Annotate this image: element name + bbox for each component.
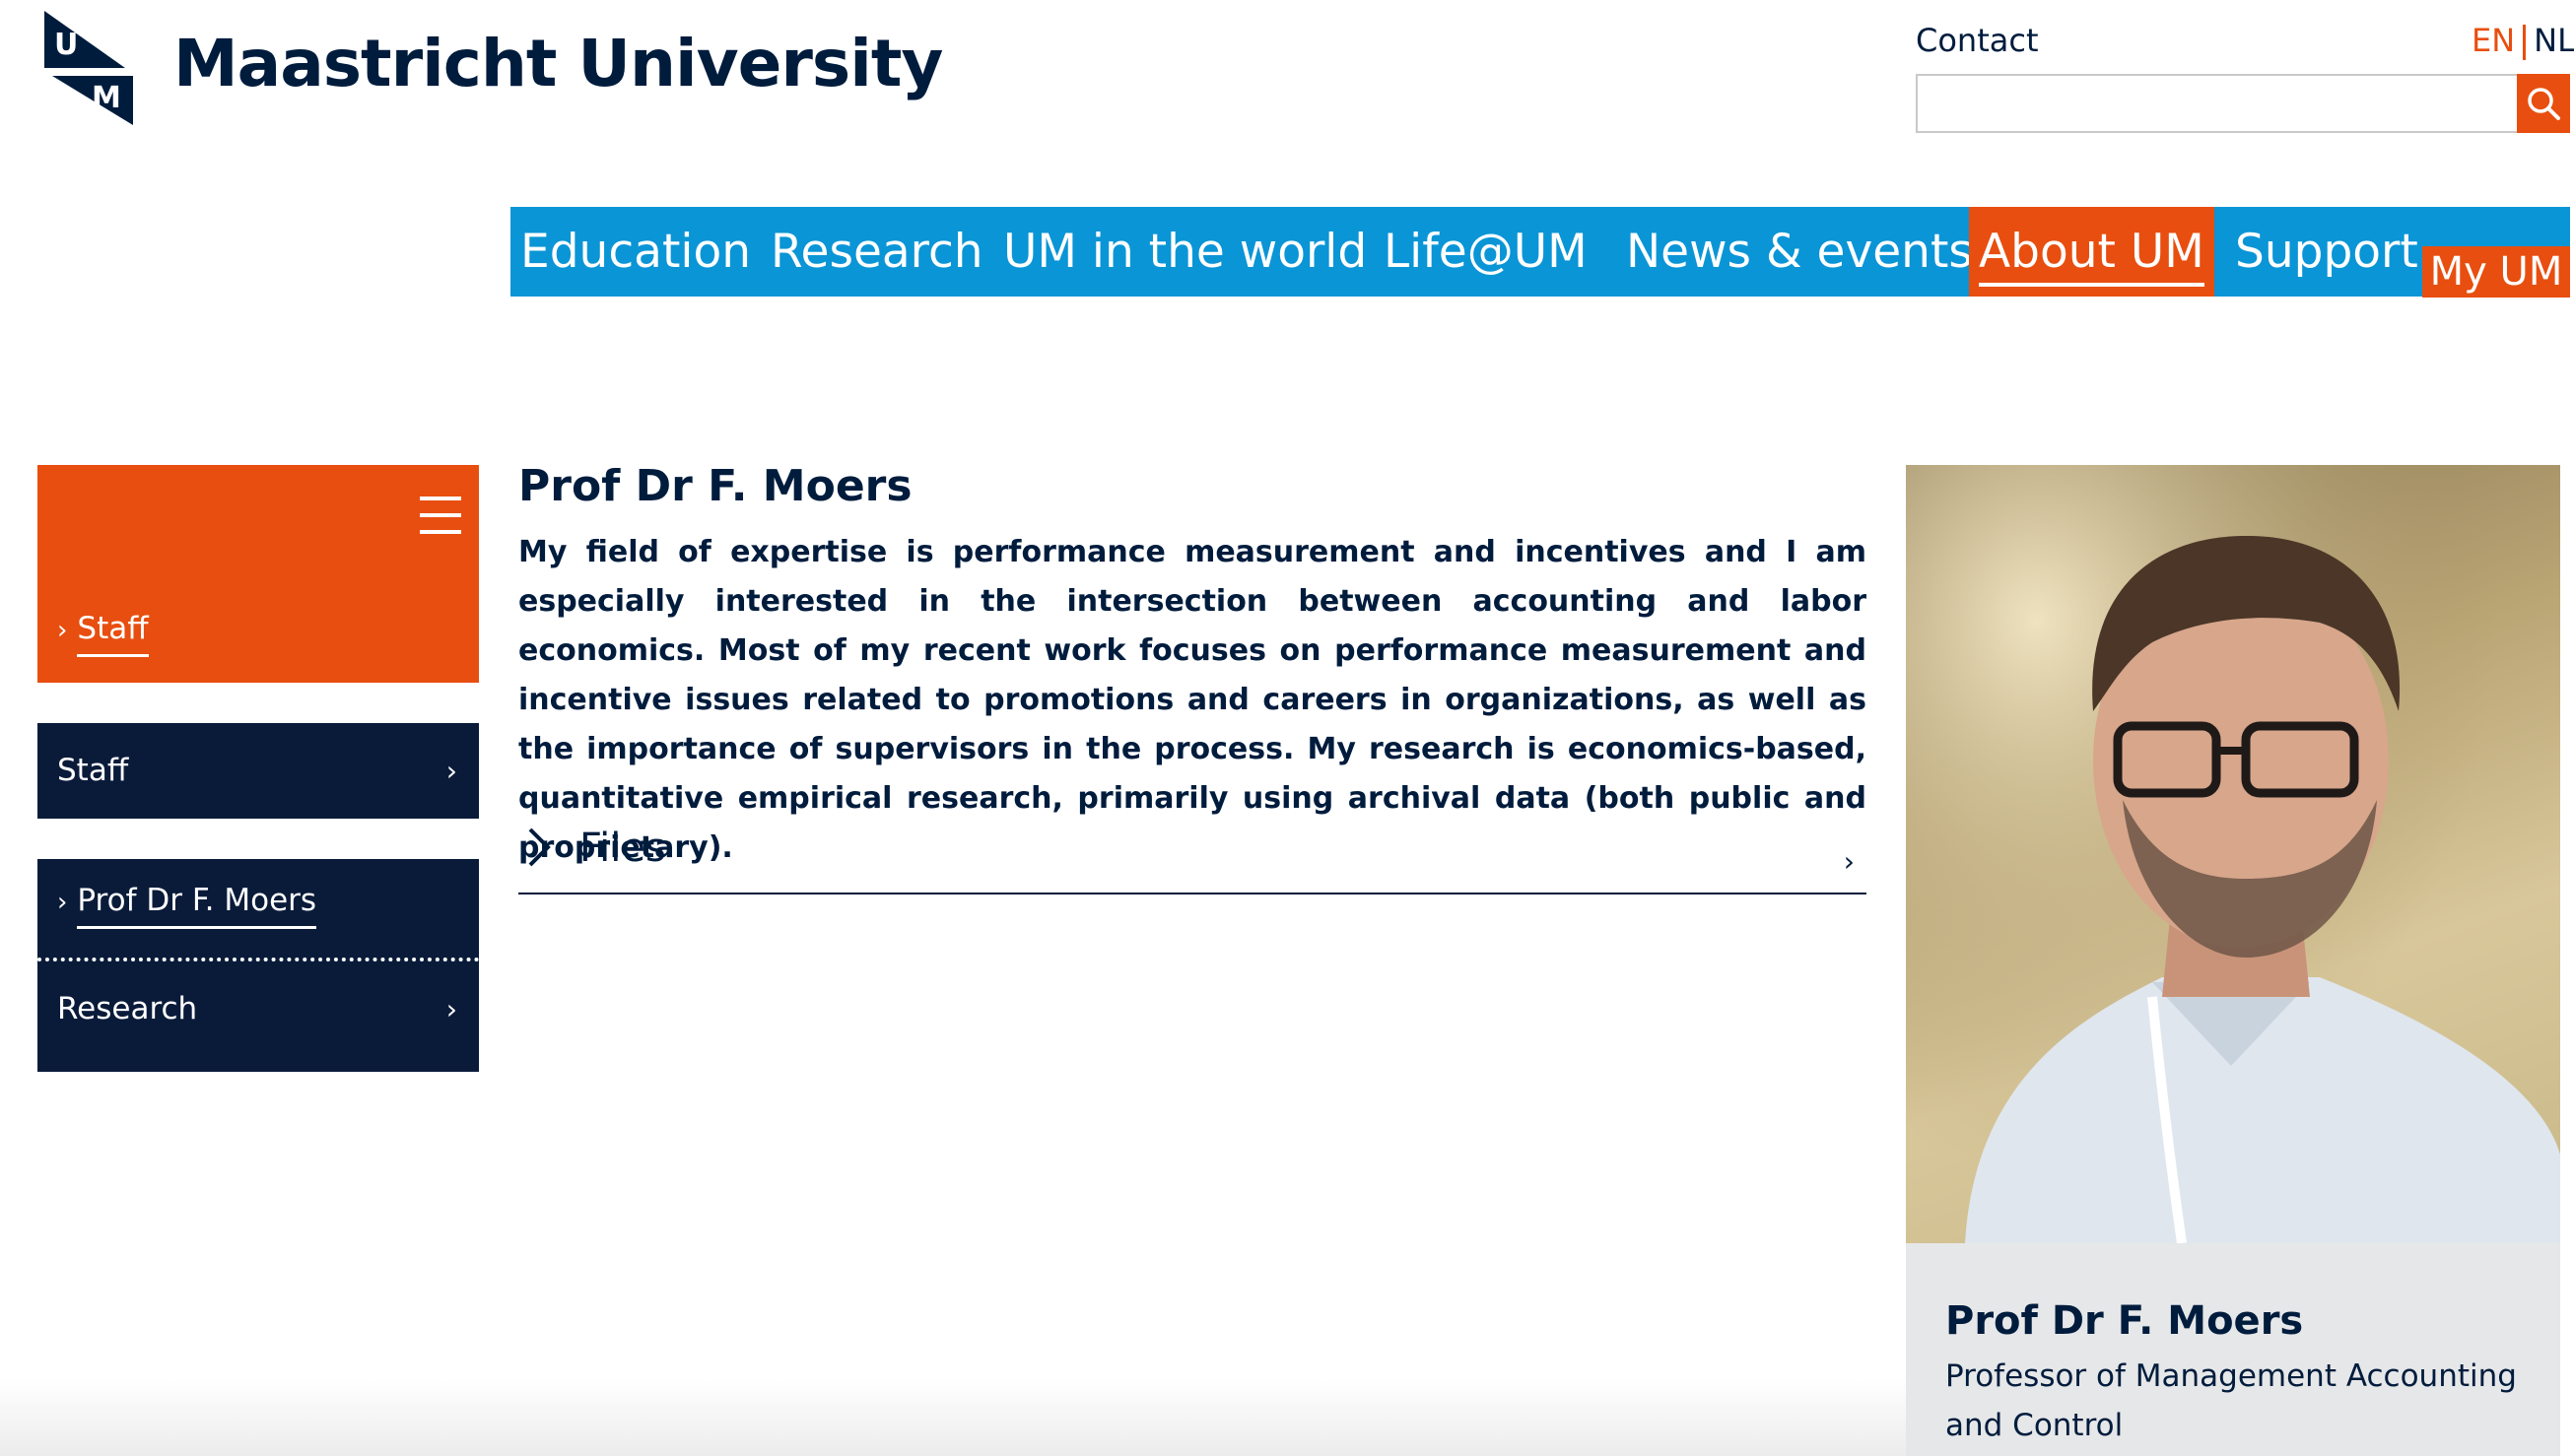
- logo-letter-u: U: [54, 28, 78, 62]
- nav-about-um[interactable]: About UM: [1969, 207, 2214, 297]
- contact-link[interactable]: Contact: [1916, 22, 2039, 59]
- card-role: Professor of Management Accounting and C…: [1945, 1358, 2517, 1443]
- sidebar-item-research[interactable]: Research ›: [37, 961, 479, 1057]
- search-button[interactable]: [2517, 74, 2570, 133]
- um-logo-icon[interactable]: U M: [44, 11, 133, 125]
- sidebar-header: › Staff: [37, 465, 479, 683]
- nav-education[interactable]: Education: [520, 207, 751, 297]
- sidebar-breadcrumb-staff[interactable]: › Staff: [57, 611, 149, 657]
- search-icon: [2528, 88, 2560, 120]
- bottom-fade: [0, 1379, 1906, 1456]
- sidebar-breadcrumb-label: Staff: [77, 611, 149, 657]
- chevron-right-icon: ›: [57, 888, 68, 917]
- sidebar-section: Staff ›: [37, 723, 479, 819]
- lang-en-link[interactable]: EN: [2472, 22, 2515, 59]
- hamburger-icon[interactable]: [420, 495, 461, 536]
- lang-nl-link[interactable]: NL: [2534, 22, 2574, 59]
- language-switch: EN NL: [2472, 22, 2574, 60]
- chevron-right-icon: ›: [445, 993, 457, 1026]
- files-label: Files: [579, 826, 666, 871]
- lang-divider: [2523, 25, 2527, 60]
- main-nav: Education Research UM in the world Life@…: [510, 207, 2570, 297]
- nav-life-at-um[interactable]: Life@UM: [1384, 207, 1588, 297]
- nav-about-um-label: About UM: [1979, 225, 2204, 279]
- my-um-button[interactable]: My UM: [2422, 246, 2570, 298]
- sidebar-item-label: Research: [57, 991, 198, 1026]
- sidebar-item-label: Staff: [57, 753, 129, 788]
- nav-support[interactable]: Support: [2235, 207, 2418, 297]
- logo-letter-m: M: [92, 81, 121, 115]
- sidebar-item-staff[interactable]: Staff ›: [37, 723, 479, 819]
- chevron-right-icon: ›: [57, 616, 68, 645]
- active-underline: [1979, 283, 2204, 287]
- site-title[interactable]: Maastricht University: [173, 26, 943, 101]
- search-input[interactable]: [1916, 74, 2519, 133]
- profile-photo: [1906, 465, 2560, 1243]
- nav-research[interactable]: Research: [771, 207, 983, 297]
- chevron-right-icon: ›: [445, 755, 457, 787]
- profile-card-caption: Prof Dr F. Moers Professor of Management…: [1906, 1243, 2560, 1456]
- chevron-right-icon: [528, 827, 551, 867]
- nav-news-events[interactable]: News & events: [1626, 207, 1973, 297]
- nav-um-in-the-world[interactable]: UM in the world: [1003, 207, 1367, 297]
- files-accordion[interactable]: Files ›: [518, 820, 1866, 894]
- sidebar-subnav: › Prof Dr F. Moers Research ›: [37, 859, 479, 1072]
- card-name: Prof Dr F. Moers: [1945, 1298, 2304, 1344]
- chevron-right-icon: ›: [1843, 845, 1855, 878]
- page: U M Maastricht University Contact EN NL E…: [0, 0, 2574, 1456]
- sidebar-item-label: Prof Dr F. Moers: [77, 883, 317, 929]
- sidebar-item-current[interactable]: › Prof Dr F. Moers: [37, 859, 479, 958]
- page-title: Prof Dr F. Moers: [518, 461, 913, 511]
